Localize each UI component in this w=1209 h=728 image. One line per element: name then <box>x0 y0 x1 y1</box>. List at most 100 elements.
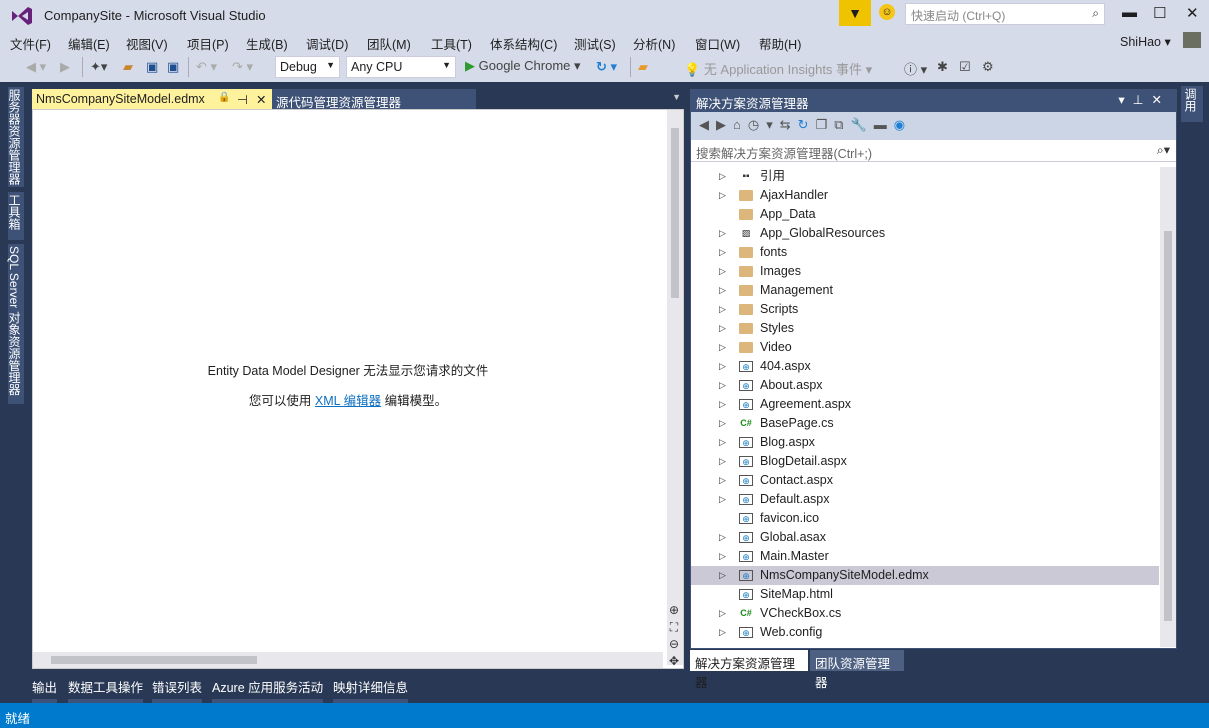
menu-project[interactable]: 项目(P) <box>187 34 229 53</box>
tab-sql-server-object-explorer[interactable]: SQL Server 对象资源管理器 <box>7 244 24 404</box>
close-tab-icon[interactable]: ✕ <box>256 92 266 107</box>
new-project-icon[interactable]: ✦▾ <box>90 59 107 75</box>
expand-arrow-icon[interactable]: ▷ <box>719 243 726 262</box>
tree-item[interactable]: App_Data <box>691 205 1159 224</box>
expand-arrow-icon[interactable]: ▷ <box>719 604 726 623</box>
solution-configuration-select[interactable]: Debug ▼ <box>275 56 340 78</box>
expand-arrow-icon[interactable]: ▷ <box>719 224 726 243</box>
expand-arrow-icon[interactable]: ▷ <box>719 395 726 414</box>
menu-window[interactable]: 窗口(W) <box>695 34 740 53</box>
zoom-out-icon[interactable]: ⊖ <box>665 636 683 653</box>
menu-help[interactable]: 帮助(H) <box>759 34 801 53</box>
xml-editor-link[interactable]: XML 编辑器 <box>315 394 381 408</box>
expand-arrow-icon[interactable]: ▷ <box>719 471 726 490</box>
tree-item[interactable]: ▷ ⊕ Agreement.aspx <box>691 395 1159 414</box>
tab-source-control-explorer[interactable]: 源代码管理资源管理器 <box>272 89 476 110</box>
save-all-icon[interactable]: ▣ <box>167 59 179 75</box>
pan-icon[interactable]: ✥ <box>665 653 683 670</box>
tree-item[interactable]: ▷ ⊕ About.aspx <box>691 376 1159 395</box>
expand-arrow-icon[interactable]: ▷ <box>719 566 726 585</box>
pin-icon[interactable]: ⊣ <box>237 92 248 107</box>
tree-item[interactable]: ▷ Video <box>691 338 1159 357</box>
tab-overflow-dropdown-icon[interactable]: ▼ <box>672 92 681 102</box>
zoom-in-icon[interactable]: ⊕ <box>665 602 683 619</box>
tree-item[interactable]: ▷ AjaxHandler <box>691 186 1159 205</box>
expand-arrow-icon[interactable]: ▷ <box>719 528 726 547</box>
tab-mapping-details[interactable]: 映射详细信息 <box>333 677 409 703</box>
tab-error-list[interactable]: 错误列表 <box>152 677 203 703</box>
expand-arrow-icon[interactable]: ▷ <box>719 623 726 642</box>
back-icon[interactable]: ◀ <box>699 117 716 132</box>
scrollbar-thumb[interactable] <box>1164 231 1172 621</box>
menu-architecture[interactable]: 体系结构(C) <box>490 34 557 53</box>
tab-toolbox[interactable]: 工具箱 <box>7 192 24 240</box>
tree-item[interactable]: ▷ C# BasePage.cs <box>691 414 1159 433</box>
tree-item[interactable]: ▷ ⊕ Web.config <box>691 623 1159 642</box>
tab-azure-activity[interactable]: Azure 应用服务活动 <box>212 677 324 703</box>
tree-item[interactable]: ▷ Images <box>691 262 1159 281</box>
refresh-icon[interactable]: ↻ <box>798 117 816 132</box>
tab-data-tools[interactable]: 数据工具操作 <box>68 677 144 703</box>
expand-arrow-icon[interactable]: ▷ <box>719 262 726 281</box>
tab-team-explorer[interactable]: 团队资源管理器 <box>810 650 904 690</box>
tab-nms-company-site-model[interactable]: NmsCompanySiteModel.edmx 🔒 ⊣ ✕ <box>32 89 272 109</box>
sync-icon[interactable]: ⇆ <box>780 117 798 132</box>
minimize-button[interactable]: ▬ <box>1122 4 1137 21</box>
expand-arrow-icon[interactable]: ▷ <box>719 338 726 357</box>
preview-icon[interactable]: ▬ <box>874 117 894 132</box>
expand-arrow-icon[interactable]: ▷ <box>719 433 726 452</box>
user-account[interactable]: ShiHao ▾ <box>1120 34 1171 49</box>
tree-item[interactable]: ▷ ▨ App_GlobalResources <box>691 224 1159 243</box>
bookmark-icon[interactable]: ⓘ ▾ <box>904 59 927 78</box>
pending-changes-icon[interactable]: ◷▾ <box>748 117 780 132</box>
menu-build[interactable]: 生成(B) <box>246 34 288 53</box>
tree-item[interactable]: ⊕ favicon.ico <box>691 509 1159 528</box>
collapse-all-icon[interactable]: ❐ <box>816 117 835 132</box>
undo-icon[interactable]: ↶ ▾ <box>196 59 217 75</box>
tree-item[interactable]: ▷ ⊕ Global.asax <box>691 528 1159 547</box>
redo-icon[interactable]: ↷ ▾ <box>232 59 253 75</box>
feedback-filter-icon[interactable]: ▼ <box>839 0 871 26</box>
right-tool-tab[interactable]: 调用 <box>1181 86 1203 122</box>
application-insights-button[interactable]: 💡 无 Application Insights 事件 ▾ <box>684 59 872 78</box>
vertical-scrollbar[interactable] <box>667 110 683 665</box>
edmx-designer[interactable]: Entity Data Model Designer 无法显示您请求的文件 您可… <box>32 109 684 669</box>
expand-arrow-icon[interactable]: ▷ <box>719 167 726 186</box>
tree-item[interactable]: ▷ Management <box>691 281 1159 300</box>
expand-arrow-icon[interactable]: ▷ <box>719 186 726 205</box>
expand-arrow-icon[interactable]: ▷ <box>719 376 726 395</box>
expand-arrow-icon[interactable]: ▷ <box>719 490 726 509</box>
close-button[interactable]: ✕ <box>1186 4 1199 22</box>
vertical-scrollbar[interactable] <box>1160 167 1176 647</box>
save-icon[interactable]: ▣ <box>146 59 158 75</box>
menu-debug[interactable]: 调试(D) <box>306 34 348 53</box>
tree-item[interactable]: ▷ ⊕ Blog.aspx <box>691 433 1159 452</box>
menu-team[interactable]: 团队(M) <box>367 34 411 53</box>
properties-icon[interactable]: 🔧 <box>851 117 874 132</box>
expand-arrow-icon[interactable]: ▷ <box>719 547 726 566</box>
tree-item[interactable]: ⊕ SiteMap.html <box>691 585 1159 604</box>
solution-platform-select[interactable]: Any CPU ▼ <box>346 56 456 78</box>
tree-item[interactable]: ▷ ⊕ 404.aspx <box>691 357 1159 376</box>
feedback-smile-icon[interactable]: ☺ <box>879 4 895 20</box>
tree-item[interactable]: ▷ Styles <box>691 319 1159 338</box>
tree-item[interactable]: ▷ ⊕ Main.Master <box>691 547 1159 566</box>
zoom-fit-icon[interactable]: ⛶ <box>665 619 683 636</box>
tree-item[interactable]: ▷ C# VCheckBox.cs <box>691 604 1159 623</box>
quick-launch-input[interactable]: 快速启动 (Ctrl+Q) ⌕ <box>905 3 1105 25</box>
navigate-forward-icon[interactable]: ▶ <box>60 59 70 75</box>
open-file-icon[interactable]: ▰ <box>123 59 133 75</box>
menu-test[interactable]: 测试(S) <box>574 34 616 53</box>
expand-arrow-icon[interactable]: ▷ <box>719 281 726 300</box>
scrollbar-thumb[interactable] <box>51 656 257 664</box>
maximize-button[interactable]: ☐ <box>1153 4 1166 22</box>
new-item-icon[interactable]: ✱ <box>937 59 948 75</box>
tree-item[interactable]: ▷ ⊕ BlogDetail.aspx <box>691 452 1159 471</box>
expand-arrow-icon[interactable]: ▷ <box>719 300 726 319</box>
expand-arrow-icon[interactable]: ▷ <box>719 452 726 471</box>
tree-item[interactable]: ▷ ▪▪ 引用 <box>691 167 1159 186</box>
menu-analyze[interactable]: 分析(N) <box>633 34 675 53</box>
expand-arrow-icon[interactable]: ▷ <box>719 414 726 433</box>
avatar[interactable] <box>1183 32 1201 48</box>
horizontal-scrollbar[interactable] <box>33 652 663 668</box>
